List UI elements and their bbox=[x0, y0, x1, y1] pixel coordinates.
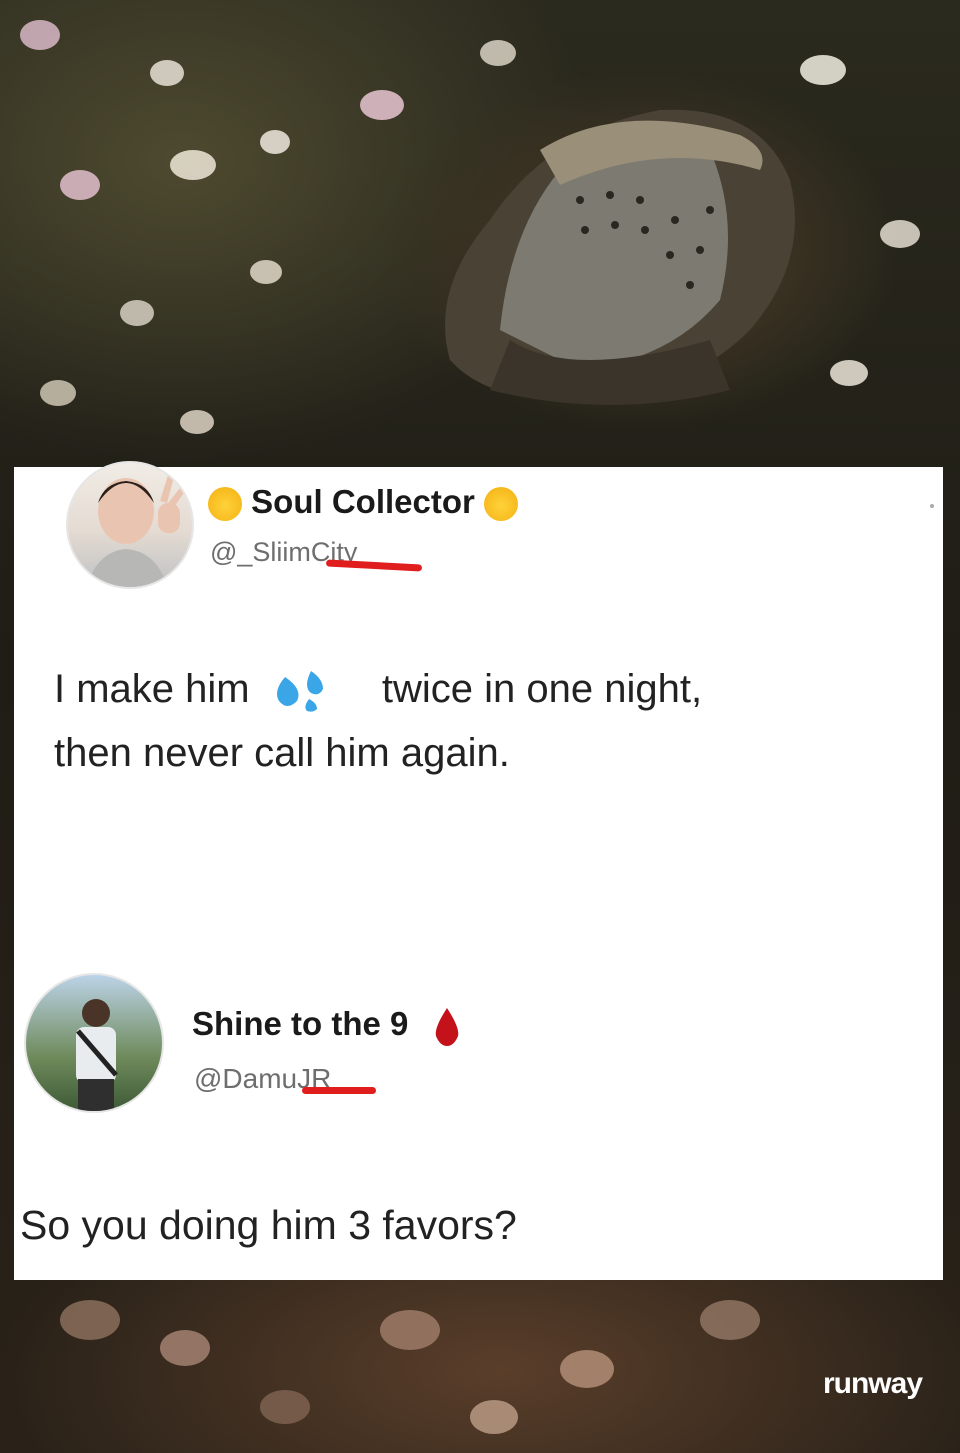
tweet2-display-name[interactable]: Shine to the 9 bbox=[192, 1005, 462, 1047]
redaction-mark bbox=[325, 559, 423, 572]
person-photo-icon bbox=[86, 475, 188, 587]
drop-of-blood-icon bbox=[435, 1008, 458, 1047]
avatar-soul-collector[interactable] bbox=[66, 461, 194, 589]
tweet-screenshot-card: Soul Collector @_SliimCity I make him tw… bbox=[14, 461, 943, 1280]
tweet1-line1: I make him twice in one night, bbox=[54, 657, 934, 721]
knight-helmet-image bbox=[445, 109, 795, 405]
tweet2-text: So you doing him 3 favors? bbox=[20, 1202, 517, 1248]
person-photo-icon bbox=[76, 999, 118, 1111]
tweet1-text-part-a: I make him bbox=[54, 667, 250, 711]
redaction-mark bbox=[302, 1087, 376, 1094]
tweet1-line2: then never call him again. bbox=[54, 731, 510, 775]
avatar-shine-to-the-9[interactable] bbox=[24, 973, 164, 1113]
sleeping-face-emoji bbox=[484, 487, 519, 522]
more-options-icon[interactable] bbox=[930, 504, 934, 508]
sweat-droplets-icon bbox=[276, 671, 323, 713]
runway-watermark: runway bbox=[822, 1367, 923, 1400]
tweet1-text: I make him twice in one night, then neve… bbox=[54, 657, 934, 785]
tweet1-text-part-b: twice in one night, bbox=[381, 667, 703, 711]
sleeping-face-emoji bbox=[208, 487, 242, 522]
tweet1-name-text: Soul Collector bbox=[251, 483, 475, 520]
tweet2-name-text: Shine to the 9 bbox=[192, 1005, 409, 1042]
tweet1-display-name[interactable]: Soul Collector bbox=[208, 483, 519, 522]
